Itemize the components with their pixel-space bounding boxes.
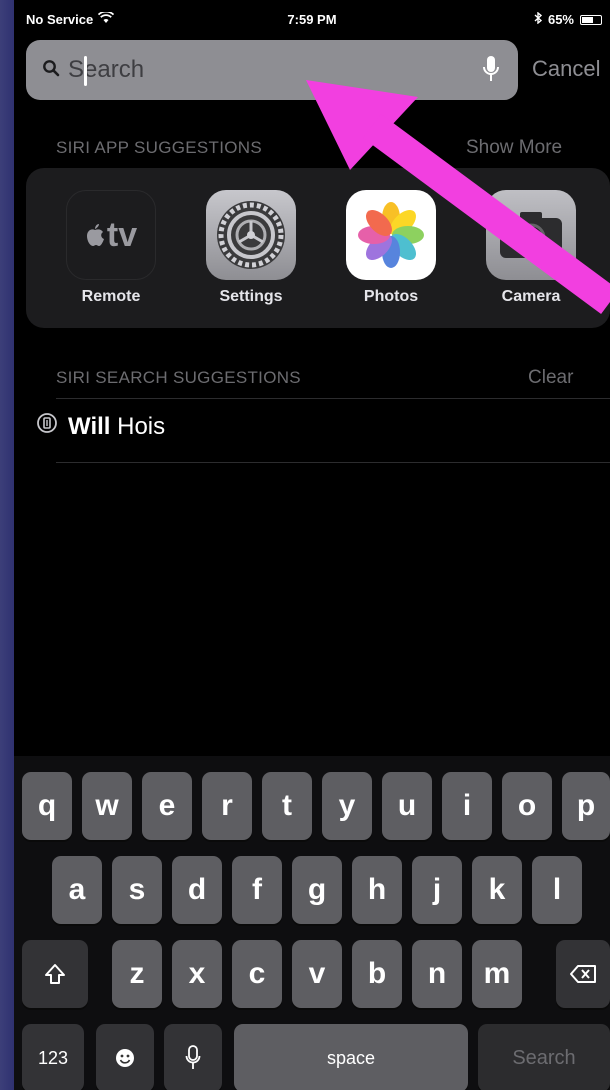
- key-r[interactable]: r: [202, 772, 252, 840]
- text-cursor: [84, 56, 87, 86]
- camera-icon: [486, 190, 576, 280]
- key-t[interactable]: t: [262, 772, 312, 840]
- shift-icon: [45, 964, 65, 984]
- result-divider: [56, 462, 610, 463]
- app-label: Camera: [501, 288, 561, 305]
- search-input[interactable]: [66, 55, 450, 85]
- space-key[interactable]: space: [234, 1024, 468, 1090]
- shift-key[interactable]: [22, 940, 88, 1008]
- key-n[interactable]: n: [412, 940, 462, 1008]
- bluetooth-icon: [534, 11, 543, 27]
- show-more-button[interactable]: Show More: [466, 137, 562, 159]
- search-field[interactable]: [26, 40, 518, 100]
- numbers-key[interactable]: 123: [22, 1024, 84, 1090]
- siri-suggestion-item[interactable]: Will Hois: [36, 412, 165, 441]
- key-k[interactable]: k: [472, 856, 522, 924]
- apple-tv-remote-icon: tv: [66, 190, 156, 280]
- key-o[interactable]: o: [502, 772, 552, 840]
- key-p[interactable]: p: [562, 772, 610, 840]
- delete-key[interactable]: [556, 940, 610, 1008]
- key-e[interactable]: e: [142, 772, 192, 840]
- microphone-icon[interactable]: [482, 54, 500, 89]
- siri-suggestion-icon: [36, 412, 58, 441]
- app-label: Settings: [219, 288, 283, 305]
- key-z[interactable]: z: [112, 940, 162, 1008]
- status-time: 7:59 PM: [287, 12, 337, 27]
- emoji-icon: [116, 1049, 134, 1067]
- emoji-key[interactable]: [96, 1024, 154, 1090]
- settings-gear-icon: [206, 190, 296, 280]
- key-w[interactable]: w: [82, 772, 132, 840]
- key-g[interactable]: g: [292, 856, 342, 924]
- backspace-icon: [570, 965, 596, 983]
- app-label: Photos: [363, 288, 419, 305]
- keyboard: q w e r t y u i o p a s d f g h j k l z …: [14, 756, 610, 1090]
- search-icon: [42, 59, 60, 82]
- search-key[interactable]: Search: [478, 1024, 610, 1090]
- key-q[interactable]: q: [22, 772, 72, 840]
- key-l[interactable]: l: [532, 856, 582, 924]
- app-suggestions-panel: tv Remote Settings Photos Camera: [26, 168, 610, 328]
- photos-flower-icon: [346, 190, 436, 280]
- siri-search-suggestions-header: SIRI SEARCH SUGGESTIONS: [56, 368, 301, 387]
- microphone-icon: [185, 1045, 201, 1069]
- status-bar: No Service 7:59 PM 65%: [14, 0, 610, 38]
- key-m[interactable]: m: [472, 940, 522, 1008]
- phone-screen: No Service 7:59 PM 65% Cancel SIRI APP S…: [14, 0, 610, 1090]
- dictation-key[interactable]: [164, 1024, 222, 1090]
- cancel-button[interactable]: Cancel: [532, 56, 600, 82]
- app-settings[interactable]: Settings: [196, 190, 306, 306]
- key-d[interactable]: d: [172, 856, 222, 924]
- key-j[interactable]: j: [412, 856, 462, 924]
- key-a[interactable]: a: [52, 856, 102, 924]
- battery-icon: [580, 14, 602, 25]
- key-i[interactable]: i: [442, 772, 492, 840]
- key-y[interactable]: y: [322, 772, 372, 840]
- app-label: Remote: [81, 288, 141, 305]
- key-s[interactable]: s: [112, 856, 162, 924]
- app-photos[interactable]: Photos: [336, 190, 446, 306]
- battery-percent: 65%: [547, 12, 574, 27]
- key-f[interactable]: f: [232, 856, 282, 924]
- key-h[interactable]: h: [352, 856, 402, 924]
- section-divider: [56, 398, 610, 399]
- suggestion-bold-text: Will: [68, 412, 111, 440]
- clear-button[interactable]: Clear: [528, 367, 573, 389]
- app-remote[interactable]: tv Remote: [56, 190, 166, 306]
- key-v[interactable]: v: [292, 940, 342, 1008]
- siri-app-suggestions-header: SIRI APP SUGGESTIONS: [56, 138, 262, 157]
- app-camera[interactable]: Camera: [476, 190, 586, 306]
- suggestion-rest-text: Hois: [110, 412, 166, 440]
- key-b[interactable]: b: [352, 940, 402, 1008]
- app-remote-icon-text: tv: [106, 215, 138, 254]
- key-u[interactable]: u: [382, 772, 432, 840]
- key-x[interactable]: x: [172, 940, 222, 1008]
- key-c[interactable]: c: [232, 940, 282, 1008]
